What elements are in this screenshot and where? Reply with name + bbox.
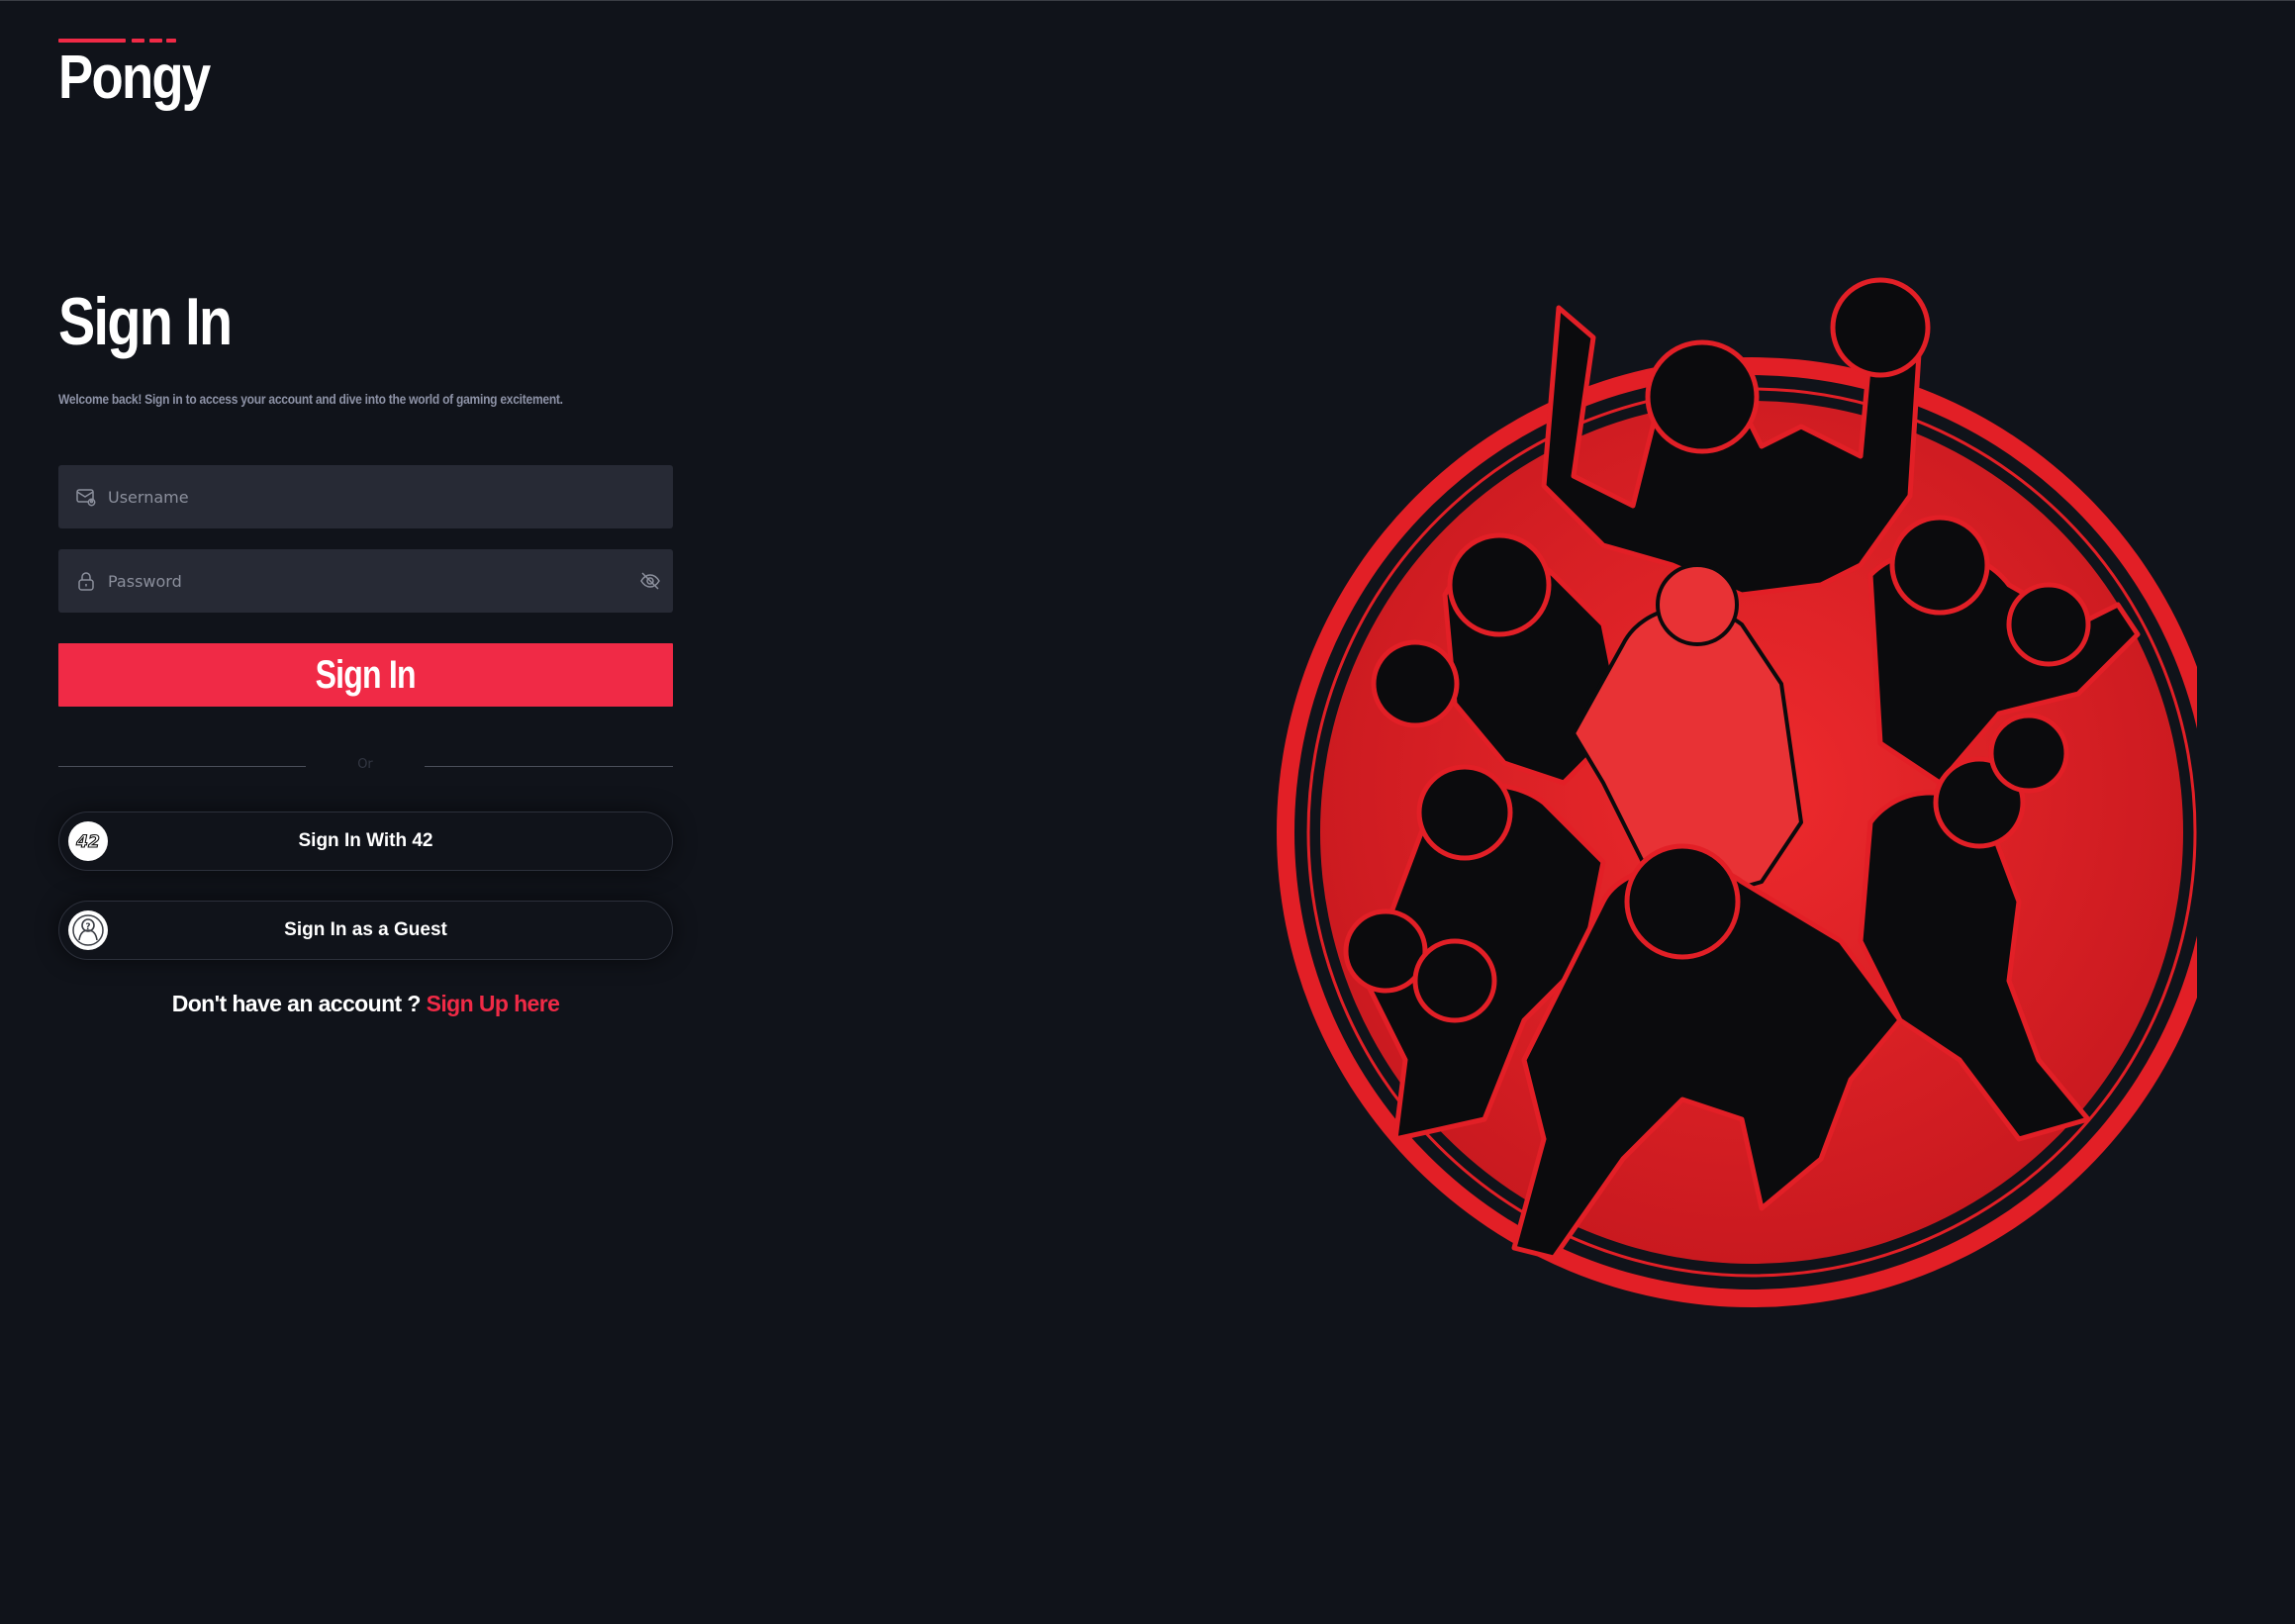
- page-subtitle: Welcome back! Sign in to access your acc…: [58, 391, 563, 407]
- password-field[interactable]: [58, 549, 673, 613]
- signup-question: Don't have an account ?: [171, 991, 422, 1016]
- svg-text:?: ?: [85, 922, 90, 932]
- user-mail-icon: [75, 486, 97, 508]
- table-tennis-players-illustration: [1227, 268, 2227, 1416]
- signup-prompt: Don't have an account ? Sign Up here: [58, 991, 673, 1017]
- or-divider: Or: [58, 757, 673, 777]
- divider-line-left: [58, 766, 306, 767]
- signin-panel: Sign In Welcome back! Sign in to access …: [58, 284, 673, 1016]
- page-title: Sign In: [58, 284, 233, 359]
- signup-link[interactable]: Sign Up here: [427, 991, 560, 1016]
- signin-page: Pongy Sign In Welcome back! Sign in to a…: [0, 0, 2295, 1624]
- brand-name: Pongy: [58, 44, 211, 112]
- signin-42-button[interactable]: 42 Sign In With 42: [58, 812, 673, 871]
- brand-logo[interactable]: Pongy: [58, 37, 237, 116]
- divider-text: Or: [357, 757, 373, 772]
- username-input[interactable]: [108, 465, 673, 528]
- logo-accent-dashes: [58, 39, 177, 43]
- 42-logo-icon: 42: [68, 821, 108, 861]
- signin-guest-label: Sign In as a Guest: [284, 919, 447, 940]
- guest-question-icon: ?: [68, 910, 108, 950]
- password-input[interactable]: [108, 549, 637, 613]
- eye-off-icon[interactable]: [637, 568, 663, 594]
- signin-guest-button[interactable]: ? Sign In as a Guest: [58, 901, 673, 960]
- lock-icon: [75, 570, 97, 592]
- username-field[interactable]: [58, 465, 673, 528]
- svg-text:42: 42: [75, 832, 100, 852]
- signin-submit-label: Sign In: [315, 652, 417, 697]
- signin-42-label: Sign In With 42: [298, 830, 433, 851]
- signin-submit-button[interactable]: Sign In: [58, 643, 673, 707]
- divider-line-right: [425, 766, 673, 767]
